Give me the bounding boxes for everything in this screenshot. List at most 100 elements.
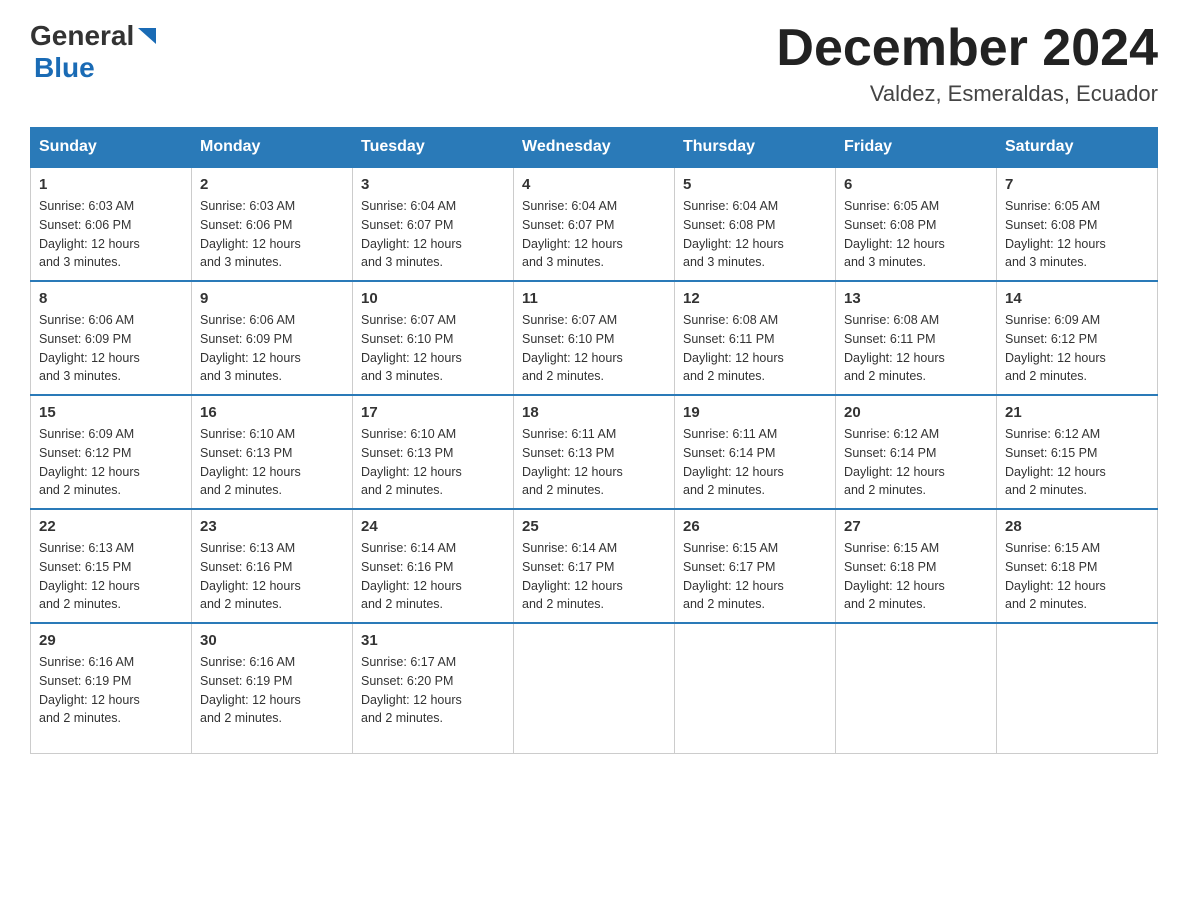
day-cell: 10 Sunrise: 6:07 AM Sunset: 6:10 PM Dayl…: [353, 281, 514, 395]
day-info: Sunrise: 6:03 AM Sunset: 6:06 PM Dayligh…: [39, 197, 183, 272]
day-cell: 23 Sunrise: 6:13 AM Sunset: 6:16 PM Dayl…: [192, 509, 353, 623]
day-cell: 12 Sunrise: 6:08 AM Sunset: 6:11 PM Dayl…: [675, 281, 836, 395]
header-row: SundayMondayTuesdayWednesdayThursdayFrid…: [31, 128, 1158, 168]
day-number: 26: [683, 518, 827, 535]
day-info: Sunrise: 6:12 AM Sunset: 6:15 PM Dayligh…: [1005, 425, 1149, 500]
day-info: Sunrise: 6:09 AM Sunset: 6:12 PM Dayligh…: [39, 425, 183, 500]
day-cell: 2 Sunrise: 6:03 AM Sunset: 6:06 PM Dayli…: [192, 167, 353, 281]
day-number: 6: [844, 176, 988, 193]
day-info: Sunrise: 6:04 AM Sunset: 6:07 PM Dayligh…: [361, 197, 505, 272]
day-number: 29: [39, 632, 183, 649]
day-cell: 27 Sunrise: 6:15 AM Sunset: 6:18 PM Dayl…: [836, 509, 997, 623]
header-cell-monday: Monday: [192, 128, 353, 168]
day-number: 24: [361, 518, 505, 535]
day-info: Sunrise: 6:05 AM Sunset: 6:08 PM Dayligh…: [1005, 197, 1149, 272]
day-number: 10: [361, 290, 505, 307]
day-number: 19: [683, 404, 827, 421]
day-info: Sunrise: 6:16 AM Sunset: 6:19 PM Dayligh…: [200, 653, 344, 728]
day-cell: 7 Sunrise: 6:05 AM Sunset: 6:08 PM Dayli…: [997, 167, 1158, 281]
month-title: December 2024: [776, 20, 1158, 77]
header-cell-sunday: Sunday: [31, 128, 192, 168]
week-row-5: 29 Sunrise: 6:16 AM Sunset: 6:19 PM Dayl…: [31, 623, 1158, 753]
day-cell: 19 Sunrise: 6:11 AM Sunset: 6:14 PM Dayl…: [675, 395, 836, 509]
day-cell: [997, 623, 1158, 753]
day-info: Sunrise: 6:08 AM Sunset: 6:11 PM Dayligh…: [844, 311, 988, 386]
day-cell: 13 Sunrise: 6:08 AM Sunset: 6:11 PM Dayl…: [836, 281, 997, 395]
day-cell: 24 Sunrise: 6:14 AM Sunset: 6:16 PM Dayl…: [353, 509, 514, 623]
day-info: Sunrise: 6:07 AM Sunset: 6:10 PM Dayligh…: [361, 311, 505, 386]
day-cell: 15 Sunrise: 6:09 AM Sunset: 6:12 PM Dayl…: [31, 395, 192, 509]
calendar-body: 1 Sunrise: 6:03 AM Sunset: 6:06 PM Dayli…: [31, 167, 1158, 753]
day-number: 17: [361, 404, 505, 421]
day-number: 12: [683, 290, 827, 307]
day-cell: 11 Sunrise: 6:07 AM Sunset: 6:10 PM Dayl…: [514, 281, 675, 395]
logo-blue: Blue: [34, 52, 95, 83]
day-cell: 28 Sunrise: 6:15 AM Sunset: 6:18 PM Dayl…: [997, 509, 1158, 623]
day-info: Sunrise: 6:10 AM Sunset: 6:13 PM Dayligh…: [200, 425, 344, 500]
day-info: Sunrise: 6:15 AM Sunset: 6:18 PM Dayligh…: [844, 539, 988, 614]
day-cell: 22 Sunrise: 6:13 AM Sunset: 6:15 PM Dayl…: [31, 509, 192, 623]
day-cell: 25 Sunrise: 6:14 AM Sunset: 6:17 PM Dayl…: [514, 509, 675, 623]
day-number: 20: [844, 404, 988, 421]
day-number: 13: [844, 290, 988, 307]
day-info: Sunrise: 6:13 AM Sunset: 6:15 PM Dayligh…: [39, 539, 183, 614]
day-cell: 31 Sunrise: 6:17 AM Sunset: 6:20 PM Dayl…: [353, 623, 514, 753]
day-number: 27: [844, 518, 988, 535]
day-cell: 20 Sunrise: 6:12 AM Sunset: 6:14 PM Dayl…: [836, 395, 997, 509]
day-number: 4: [522, 176, 666, 193]
day-info: Sunrise: 6:12 AM Sunset: 6:14 PM Dayligh…: [844, 425, 988, 500]
header-cell-saturday: Saturday: [997, 128, 1158, 168]
day-info: Sunrise: 6:15 AM Sunset: 6:17 PM Dayligh…: [683, 539, 827, 614]
day-cell: 5 Sunrise: 6:04 AM Sunset: 6:08 PM Dayli…: [675, 167, 836, 281]
day-cell: 9 Sunrise: 6:06 AM Sunset: 6:09 PM Dayli…: [192, 281, 353, 395]
day-number: 16: [200, 404, 344, 421]
logo-general: General: [30, 20, 134, 52]
day-cell: [514, 623, 675, 753]
day-info: Sunrise: 6:10 AM Sunset: 6:13 PM Dayligh…: [361, 425, 505, 500]
header-cell-thursday: Thursday: [675, 128, 836, 168]
day-number: 23: [200, 518, 344, 535]
day-cell: 30 Sunrise: 6:16 AM Sunset: 6:19 PM Dayl…: [192, 623, 353, 753]
day-number: 31: [361, 632, 505, 649]
calendar-table: SundayMondayTuesdayWednesdayThursdayFrid…: [30, 127, 1158, 754]
day-cell: 17 Sunrise: 6:10 AM Sunset: 6:13 PM Dayl…: [353, 395, 514, 509]
day-cell: 3 Sunrise: 6:04 AM Sunset: 6:07 PM Dayli…: [353, 167, 514, 281]
week-row-4: 22 Sunrise: 6:13 AM Sunset: 6:15 PM Dayl…: [31, 509, 1158, 623]
page-header: General Blue December 2024 Valdez, Esmer…: [30, 20, 1158, 107]
day-info: Sunrise: 6:11 AM Sunset: 6:14 PM Dayligh…: [683, 425, 827, 500]
day-cell: 6 Sunrise: 6:05 AM Sunset: 6:08 PM Dayli…: [836, 167, 997, 281]
day-cell: [675, 623, 836, 753]
day-info: Sunrise: 6:16 AM Sunset: 6:19 PM Dayligh…: [39, 653, 183, 728]
day-cell: 29 Sunrise: 6:16 AM Sunset: 6:19 PM Dayl…: [31, 623, 192, 753]
header-cell-tuesday: Tuesday: [353, 128, 514, 168]
logo-arrow-icon: [136, 26, 158, 48]
day-number: 28: [1005, 518, 1149, 535]
day-cell: 18 Sunrise: 6:11 AM Sunset: 6:13 PM Dayl…: [514, 395, 675, 509]
header-cell-friday: Friday: [836, 128, 997, 168]
day-info: Sunrise: 6:04 AM Sunset: 6:07 PM Dayligh…: [522, 197, 666, 272]
day-info: Sunrise: 6:09 AM Sunset: 6:12 PM Dayligh…: [1005, 311, 1149, 386]
day-info: Sunrise: 6:08 AM Sunset: 6:11 PM Dayligh…: [683, 311, 827, 386]
day-number: 22: [39, 518, 183, 535]
day-cell: 26 Sunrise: 6:15 AM Sunset: 6:17 PM Dayl…: [675, 509, 836, 623]
day-info: Sunrise: 6:11 AM Sunset: 6:13 PM Dayligh…: [522, 425, 666, 500]
day-number: 30: [200, 632, 344, 649]
day-info: Sunrise: 6:04 AM Sunset: 6:08 PM Dayligh…: [683, 197, 827, 272]
day-info: Sunrise: 6:05 AM Sunset: 6:08 PM Dayligh…: [844, 197, 988, 272]
day-number: 8: [39, 290, 183, 307]
day-cell: 8 Sunrise: 6:06 AM Sunset: 6:09 PM Dayli…: [31, 281, 192, 395]
day-info: Sunrise: 6:06 AM Sunset: 6:09 PM Dayligh…: [200, 311, 344, 386]
day-cell: 1 Sunrise: 6:03 AM Sunset: 6:06 PM Dayli…: [31, 167, 192, 281]
day-info: Sunrise: 6:17 AM Sunset: 6:20 PM Dayligh…: [361, 653, 505, 728]
day-number: 15: [39, 404, 183, 421]
week-row-2: 8 Sunrise: 6:06 AM Sunset: 6:09 PM Dayli…: [31, 281, 1158, 395]
day-cell: 14 Sunrise: 6:09 AM Sunset: 6:12 PM Dayl…: [997, 281, 1158, 395]
day-info: Sunrise: 6:07 AM Sunset: 6:10 PM Dayligh…: [522, 311, 666, 386]
header-cell-wednesday: Wednesday: [514, 128, 675, 168]
day-number: 2: [200, 176, 344, 193]
day-cell: 16 Sunrise: 6:10 AM Sunset: 6:13 PM Dayl…: [192, 395, 353, 509]
day-info: Sunrise: 6:03 AM Sunset: 6:06 PM Dayligh…: [200, 197, 344, 272]
day-number: 21: [1005, 404, 1149, 421]
day-number: 5: [683, 176, 827, 193]
title-block: December 2024 Valdez, Esmeraldas, Ecuado…: [776, 20, 1158, 107]
